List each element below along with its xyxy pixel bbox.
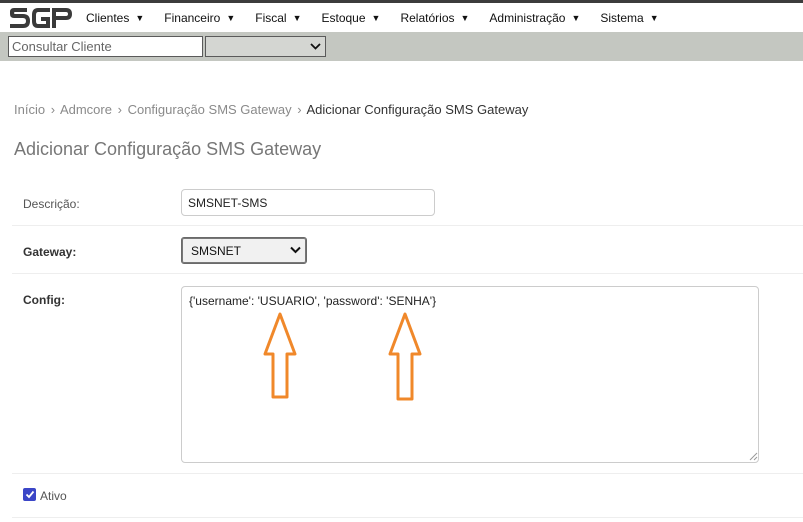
menu-clientes[interactable]: Clientes ▼ (86, 11, 144, 25)
form-row-descricao: Descrição: (12, 178, 803, 226)
caret-down-icon: ▼ (371, 12, 381, 23)
descricao-label: Descrição: (23, 197, 80, 211)
menu-label: Fiscal (255, 10, 287, 25)
caret-down-icon: ▼ (571, 12, 581, 23)
menu-administracao[interactable]: Administração ▼ (489, 11, 580, 25)
breadcrumb-current: Adicionar Configuração SMS Gateway (306, 102, 529, 117)
resize-grip-icon[interactable] (748, 451, 758, 461)
descricao-input[interactable] (181, 189, 435, 216)
breadcrumb-link-inicio[interactable]: Início (14, 102, 45, 117)
annotation-arrow-up-icon (263, 312, 297, 399)
sgp-logo[interactable] (8, 4, 74, 30)
search-bar (0, 32, 803, 61)
menu-financeiro[interactable]: Financeiro ▼ (164, 11, 235, 25)
search-type-select[interactable] (205, 36, 326, 57)
caret-down-icon: ▼ (649, 12, 659, 23)
ativo-label: Ativo (40, 489, 67, 503)
caret-down-icon: ▼ (226, 12, 236, 23)
menu-relatorios[interactable]: Relatórios ▼ (400, 11, 469, 25)
menu-label: Financeiro (164, 10, 221, 25)
caret-down-icon: ▼ (460, 12, 470, 23)
form-row-gateway: Gateway: SMSNET (12, 226, 803, 274)
breadcrumb-separator: › (117, 102, 122, 117)
gateway-label: Gateway: (23, 245, 77, 259)
annotation-arrow-up-icon (388, 312, 422, 401)
menu-label: Estoque (321, 10, 366, 25)
caret-down-icon: ▼ (135, 12, 145, 23)
breadcrumb-link-config-sms[interactable]: Configuração SMS Gateway (128, 102, 292, 117)
caret-down-icon: ▼ (292, 12, 302, 23)
menu-label: Sistema (600, 10, 644, 25)
search-client-input[interactable] (8, 36, 203, 57)
breadcrumb-separator: › (297, 102, 302, 117)
top-navbar: Clientes ▼ Financeiro ▼ Fiscal ▼ Estoque… (0, 3, 803, 32)
menu-fiscal[interactable]: Fiscal ▼ (255, 11, 301, 25)
config-label: Config: (23, 293, 65, 307)
ativo-checkbox[interactable] (23, 488, 36, 501)
menu-label: Relatórios (400, 10, 455, 25)
breadcrumb-separator: › (50, 102, 56, 117)
gateway-select-value: SMSNET (191, 243, 242, 258)
menu-sistema[interactable]: Sistema ▼ (600, 11, 658, 25)
main-menu: Clientes ▼ Financeiro ▼ Fiscal ▼ Estoque… (86, 3, 679, 32)
chevron-down-icon (290, 246, 301, 254)
page-title: Adicionar Configuração SMS Gateway (14, 139, 322, 159)
gateway-select[interactable]: SMSNET (181, 237, 307, 264)
breadcrumb-link-admcore[interactable]: Admcore (60, 102, 112, 117)
chevron-down-icon (310, 43, 321, 50)
menu-estoque[interactable]: Estoque ▼ (322, 11, 381, 25)
breadcrumb: Início › Admcore › Configuração SMS Gate… (14, 102, 528, 117)
checkmark-icon (25, 490, 34, 499)
form-row-ativo: Ativo (12, 474, 803, 518)
menu-label: Clientes (86, 10, 130, 25)
menu-label: Administração (489, 10, 566, 25)
